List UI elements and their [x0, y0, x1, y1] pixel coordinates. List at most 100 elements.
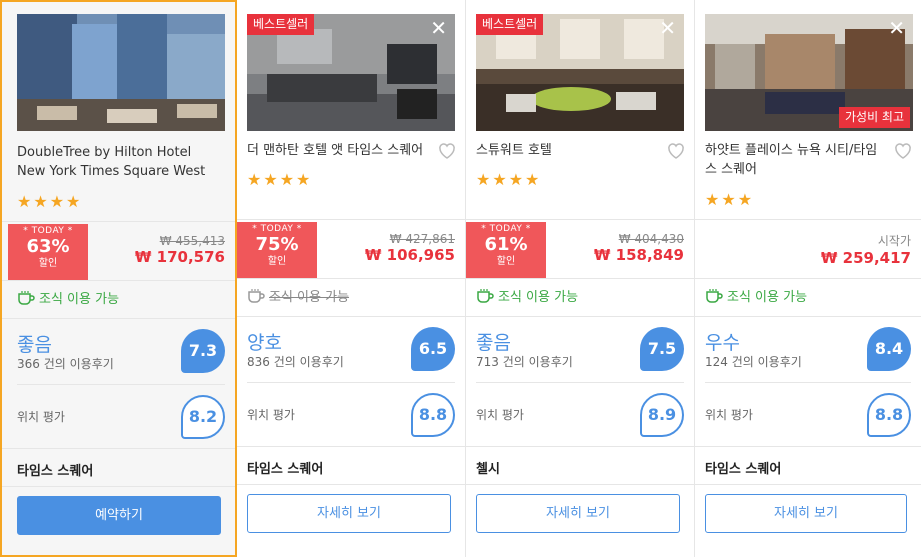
- bestseller-badge: 베스트셀러: [476, 14, 544, 35]
- location-score: 8.8: [411, 393, 455, 437]
- discount-percent: 75%: [255, 234, 299, 255]
- breakfast-info: 조식 이용 가능: [17, 288, 119, 307]
- hotel-card-hyatt-place[interactable]: ✕ 가성비 최고 하얏트 플레이스 뉴욕 시티/타임스 스퀘어 ★★★ 시작가 …: [695, 0, 921, 557]
- divider: [237, 446, 465, 447]
- price-box: ₩ 455,413 ₩ 170,576: [135, 234, 225, 266]
- location-rating-label: 위치 평가: [247, 408, 295, 422]
- deal-price: ₩ 158,849: [593, 246, 684, 264]
- divider: [2, 448, 235, 449]
- discount-percent: 63%: [26, 236, 70, 257]
- divider: [2, 318, 235, 319]
- divider: [2, 221, 235, 222]
- star-icon: ★: [66, 192, 82, 211]
- hotel-card-manhattan[interactable]: 베스트셀러 ✕ 더 맨하탄 호텔 앳 타임스 스퀘어 ★★★★ * TODAY …: [237, 0, 466, 557]
- discount-label: 할인: [267, 256, 287, 267]
- breakfast-cup-icon: [18, 290, 35, 305]
- review-score: 7.3: [181, 329, 225, 373]
- location-score: 8.8: [867, 393, 911, 437]
- discount-percent: 61%: [484, 234, 528, 255]
- star-icon: ★: [49, 192, 66, 211]
- breakfast-text: 조식 이용 가능: [727, 290, 808, 305]
- book-button[interactable]: 예약하기: [17, 496, 221, 535]
- today-label: * TODAY *: [23, 226, 73, 236]
- review-count[interactable]: 836 건의 이용후기: [247, 353, 344, 370]
- divider: [695, 446, 921, 447]
- hotel-area: 타임스 스퀘어: [247, 462, 324, 477]
- divider: [17, 384, 225, 385]
- divider: [695, 316, 921, 317]
- divider: [247, 382, 455, 383]
- divider: [705, 382, 911, 383]
- star-icon: ★: [279, 170, 296, 189]
- close-icon[interactable]: ✕: [888, 18, 905, 38]
- price-box: 시작가 ₩ 259,417: [821, 232, 911, 267]
- score-word: 양호: [247, 332, 282, 354]
- discount-label: 할인: [496, 256, 516, 267]
- divider: [466, 316, 694, 317]
- view-details-button[interactable]: 자세히 보기: [476, 494, 680, 533]
- divider: [476, 382, 684, 383]
- today-deal-badge: * TODAY * 63% 할인: [8, 224, 88, 280]
- heart-icon[interactable]: [437, 141, 457, 161]
- star-icon: ★: [508, 170, 525, 189]
- view-details-button[interactable]: 자세히 보기: [705, 494, 907, 533]
- hotel-card-stewart[interactable]: 베스트셀러 ✕ 스튜워트 호텔 ★★★★ * TODAY * 61% 할인 ₩ …: [466, 0, 695, 557]
- hotel-name[interactable]: 스튜워트 호텔: [476, 141, 656, 160]
- price-box: ₩ 404,430 ₩ 158,849: [594, 232, 684, 264]
- breakfast-cup-icon: [477, 288, 494, 303]
- divider: [466, 484, 694, 485]
- hotel-area: 첼시: [476, 462, 500, 477]
- hotel-photo-image: [17, 14, 225, 131]
- discount-label: 할인: [38, 258, 58, 269]
- star-rating: ★★★★: [247, 170, 312, 189]
- hotel-photo[interactable]: 베스트셀러 ✕: [476, 14, 684, 131]
- review-score: 8.4: [867, 327, 911, 371]
- close-icon[interactable]: ✕: [659, 18, 676, 38]
- star-icon: ★: [263, 170, 279, 189]
- view-details-button[interactable]: 자세히 보기: [247, 494, 451, 533]
- price-prefix: 시작가: [877, 234, 911, 248]
- review-count[interactable]: 366 건의 이용후기: [17, 355, 114, 372]
- divider: [237, 278, 465, 279]
- divider: [2, 486, 235, 487]
- today-label: * TODAY *: [481, 224, 531, 234]
- review-count[interactable]: 713 건의 이용후기: [476, 353, 573, 370]
- heart-icon[interactable]: [666, 141, 686, 161]
- breakfast-info: 조식 이용 가능: [247, 286, 349, 305]
- star-rating: ★★★: [705, 190, 754, 209]
- divider: [2, 280, 235, 281]
- hotel-photo[interactable]: ✕ 가성비 최고: [705, 14, 913, 131]
- hotel-photo[interactable]: 베스트셀러 ✕: [247, 14, 455, 131]
- review-score: 7.5: [640, 327, 684, 371]
- breakfast-text: 조식 이용 가능: [498, 290, 579, 305]
- today-label: * TODAY *: [252, 224, 302, 234]
- star-icon: ★: [247, 170, 263, 189]
- divider: [466, 446, 694, 447]
- star-icon: ★: [476, 170, 492, 189]
- divider: [695, 219, 921, 220]
- review-score: 6.5: [411, 327, 455, 371]
- location-rating-label: 위치 평가: [476, 408, 524, 422]
- divider: [237, 316, 465, 317]
- hotel-area: 타임스 스퀘어: [17, 464, 94, 479]
- review-count[interactable]: 124 건의 이용후기: [705, 353, 802, 370]
- original-price: ₩ 427,861: [389, 232, 455, 246]
- star-icon: ★: [737, 190, 754, 209]
- hotel-photo[interactable]: [17, 14, 225, 131]
- bestseller-badge: 베스트셀러: [247, 14, 315, 35]
- hotel-name[interactable]: 더 맨하탄 호텔 앳 타임스 스퀘어: [247, 141, 427, 160]
- hotel-name[interactable]: DoubleTree by Hilton Hotel New York Time…: [17, 143, 207, 181]
- divider: [237, 484, 465, 485]
- breakfast-info: 조식 이용 가능: [476, 286, 578, 305]
- original-price: ₩ 404,430: [618, 232, 684, 246]
- hotel-name[interactable]: 하얏트 플레이스 뉴욕 시티/타임스 스퀘어: [705, 141, 885, 179]
- hotel-card-doubletree[interactable]: DoubleTree by Hilton Hotel New York Time…: [0, 0, 237, 557]
- close-icon[interactable]: ✕: [430, 18, 447, 38]
- heart-icon[interactable]: [893, 141, 913, 161]
- breakfast-cup-icon: [706, 288, 723, 303]
- star-icon: ★: [17, 192, 33, 211]
- score-word: 좋음: [476, 332, 511, 354]
- location-score: 8.9: [640, 393, 684, 437]
- star-icon: ★: [705, 190, 721, 209]
- deal-price: ₩ 106,965: [364, 246, 455, 264]
